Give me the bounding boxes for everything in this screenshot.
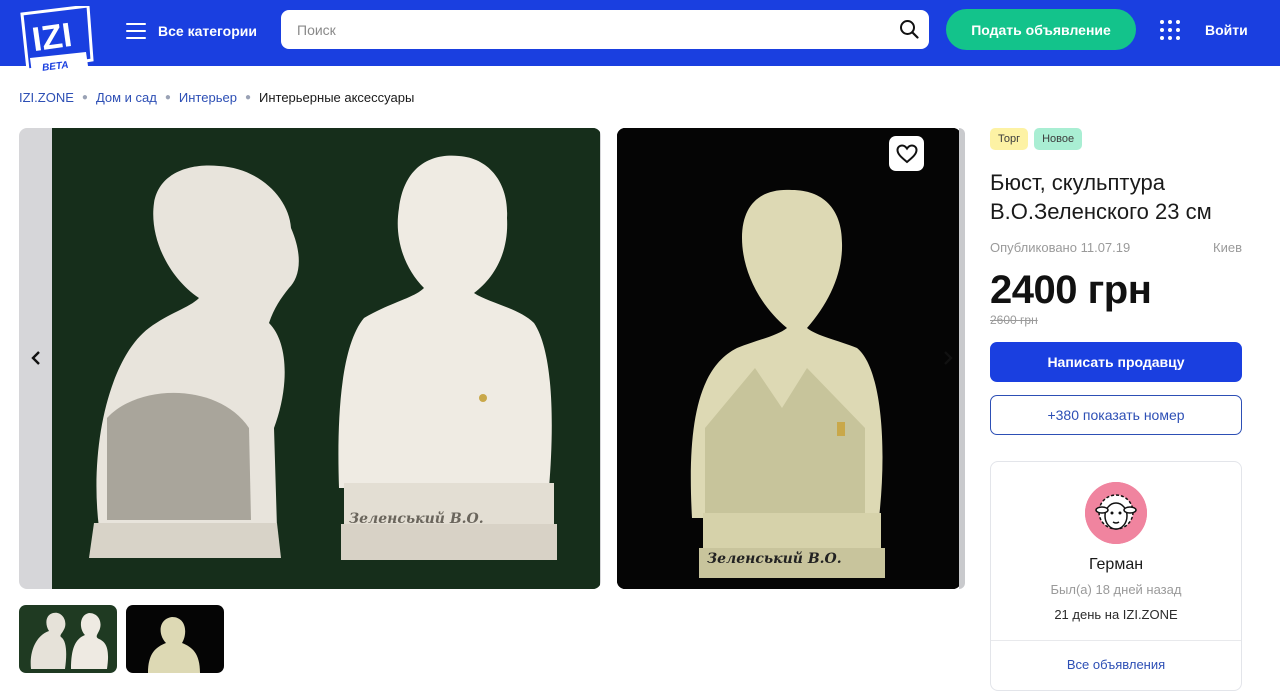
listing-info-panel: Торг Новое	[990, 128, 1242, 150]
menu-icon	[126, 23, 146, 39]
all-categories-label: Все категории	[158, 23, 257, 39]
seller-name[interactable]: Герман	[991, 556, 1241, 574]
tag-bargain: Торг	[990, 128, 1029, 150]
login-link[interactable]: Войти	[1205, 22, 1248, 38]
gallery-photo-2[interactable]: Зеленський В.О.	[617, 128, 961, 589]
tag-new: Новое	[1034, 128, 1083, 150]
breadcrumb: IZI.ZONE ● Дом и сад ● Интерьер ● Интерь…	[19, 90, 414, 105]
breadcrumb-home[interactable]: IZI.ZONE	[19, 90, 74, 105]
seller-days-on-site: 21 день на IZI.ZONE	[1054, 607, 1178, 622]
photo-gallery: Зеленський В.О. Зеленський В.О.	[19, 128, 965, 589]
heart-icon	[895, 143, 918, 163]
write-seller-button[interactable]: Написать продавцу	[990, 342, 1242, 382]
next-photo-button[interactable]	[933, 343, 963, 373]
listing-meta: Опубликовано 11.07.19 Киев	[990, 240, 1242, 255]
breadcrumb-separator: ●	[164, 92, 171, 103]
post-ad-button[interactable]: Подать объявление	[946, 9, 1136, 50]
search-input[interactable]	[297, 10, 877, 49]
sheep-icon	[1085, 482, 1147, 544]
listing-title: Бюст, скульптура В.О.Зеленского 23 см	[990, 170, 1212, 224]
search-icon[interactable]	[899, 19, 919, 39]
seller-last-seen: Был(а) 18 дней назад	[1050, 582, 1182, 597]
search-bar	[281, 10, 929, 49]
gallery-photo-1[interactable]: Зеленський В.О.	[19, 128, 601, 589]
breadcrumb-interior[interactable]: Интерьер	[179, 90, 237, 105]
thumbnail-2[interactable]	[126, 605, 224, 673]
breadcrumb-current: Интерьерные аксессуары	[258, 90, 415, 105]
show-phone-button[interactable]: +380 показать номер	[990, 395, 1242, 435]
breadcrumb-separator: ●	[244, 92, 251, 103]
favorite-button[interactable]	[889, 136, 924, 171]
thumbnail-1[interactable]	[19, 605, 117, 673]
izi-logo[interactable]: IZI BETA	[18, 4, 94, 78]
thumbnail-strip	[19, 605, 233, 673]
chevron-left-icon	[31, 351, 40, 365]
svg-text:BETA: BETA	[42, 60, 70, 74]
svg-text:Зеленський В.О.: Зеленський В.О.	[349, 510, 484, 527]
chevron-right-icon	[944, 351, 953, 365]
breadcrumb-separator: ●	[81, 92, 88, 103]
listing-price: 2400 грн	[990, 268, 1152, 312]
seller-avatar[interactable]	[1085, 482, 1147, 544]
top-header: IZI BETA Все категории Подать объявление…	[0, 0, 1280, 74]
prev-photo-button[interactable]	[21, 343, 51, 373]
listing-old-price: 2600 грн	[990, 313, 1038, 327]
breadcrumb-home-garden[interactable]: Дом и сад	[96, 90, 157, 105]
apps-grid-icon[interactable]	[1160, 20, 1180, 40]
svg-text:Зеленський В.О.: Зеленський В.О.	[707, 550, 842, 567]
published-date: Опубликовано 11.07.19	[990, 240, 1131, 255]
listing-city: Киев	[1213, 240, 1242, 255]
listing-tags: Торг Новое	[990, 128, 1242, 150]
seller-card: Герман Был(а) 18 дней назад 21 день на I…	[990, 461, 1242, 691]
all-ads-link[interactable]: Все объявления	[991, 657, 1241, 672]
divider	[991, 640, 1241, 641]
all-categories-button[interactable]: Все категории	[126, 18, 257, 44]
svg-text:IZI: IZI	[30, 16, 75, 59]
